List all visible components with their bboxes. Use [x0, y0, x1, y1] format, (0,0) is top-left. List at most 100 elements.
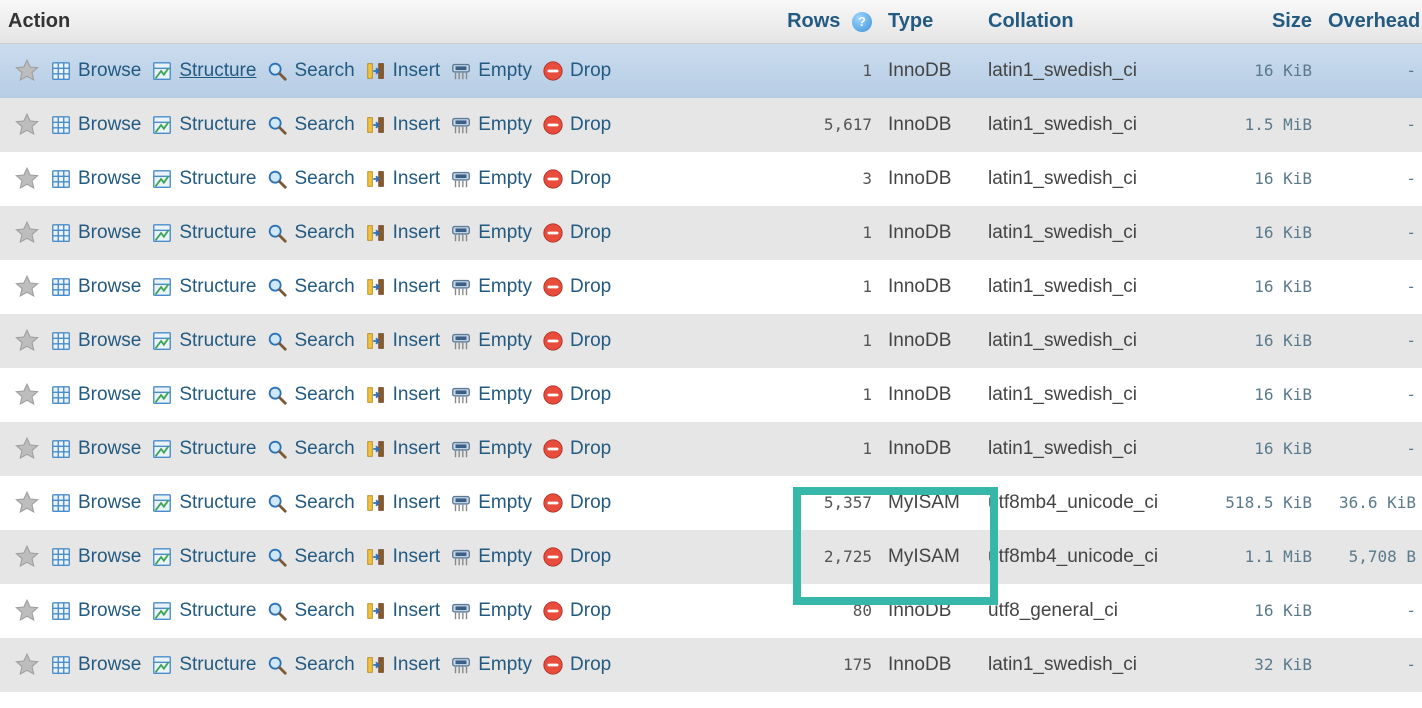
insert-link[interactable]: Insert [365, 384, 441, 406]
empty-link[interactable]: Empty [450, 330, 532, 352]
structure-link[interactable]: Structure [151, 654, 256, 676]
header-rows[interactable]: Rows [770, 0, 880, 44]
drop-link[interactable]: Drop [542, 276, 611, 298]
search-link[interactable]: Search [266, 276, 354, 298]
browse-link[interactable]: Browse [50, 492, 141, 514]
insert-link[interactable]: Insert [365, 492, 441, 514]
header-type[interactable]: Type [880, 0, 980, 44]
empty-link[interactable]: Empty [450, 60, 532, 82]
structure-link[interactable]: Structure [151, 330, 256, 352]
star-icon[interactable] [14, 220, 40, 246]
browse-link[interactable]: Browse [50, 384, 141, 406]
search-link[interactable]: Search [266, 600, 354, 622]
empty-link[interactable]: Empty [450, 654, 532, 676]
empty-link[interactable]: Empty [450, 438, 532, 460]
search-link[interactable]: Search [266, 168, 354, 190]
star-icon[interactable] [14, 490, 40, 516]
structure-link[interactable]: Structure [151, 276, 256, 298]
header-size[interactable]: Size [1200, 0, 1320, 44]
structure-link[interactable]: Structure [151, 438, 256, 460]
search-link[interactable]: Search [266, 438, 354, 460]
drop-link[interactable]: Drop [542, 222, 611, 244]
drop-link[interactable]: Drop [542, 60, 611, 82]
header-action: Action [0, 0, 770, 44]
browse-link[interactable]: Browse [50, 654, 141, 676]
empty-label: Empty [478, 114, 532, 136]
insert-link[interactable]: Insert [365, 438, 441, 460]
drop-label: Drop [570, 330, 611, 352]
header-overhead[interactable]: Overhead [1320, 0, 1422, 44]
browse-link[interactable]: Browse [50, 438, 141, 460]
search-link[interactable]: Search [266, 546, 354, 568]
collation-cell: latin1_swedish_ci [980, 44, 1200, 98]
tables-panel: Action Rows Type Collation Size Overhead… [0, 0, 1422, 692]
header-collation[interactable]: Collation [980, 0, 1200, 44]
browse-link[interactable]: Browse [50, 276, 141, 298]
search-link[interactable]: Search [266, 60, 354, 82]
search-link[interactable]: Search [266, 114, 354, 136]
empty-label: Empty [478, 330, 532, 352]
search-link[interactable]: Search [266, 384, 354, 406]
structure-link[interactable]: Structure [151, 600, 256, 622]
browse-link[interactable]: Browse [50, 60, 141, 82]
browse-link[interactable]: Browse [50, 168, 141, 190]
insert-link[interactable]: Insert [365, 654, 441, 676]
star-icon[interactable] [14, 436, 40, 462]
insert-link[interactable]: Insert [365, 168, 441, 190]
star-icon[interactable] [14, 652, 40, 678]
search-link[interactable]: Search [266, 330, 354, 352]
size-cell: 32 KiB [1200, 638, 1320, 692]
star-icon[interactable] [14, 166, 40, 192]
search-link[interactable]: Search [266, 222, 354, 244]
browse-link[interactable]: Browse [50, 330, 141, 352]
structure-link[interactable]: Structure [151, 60, 256, 82]
drop-link[interactable]: Drop [542, 492, 611, 514]
structure-link[interactable]: Structure [151, 168, 256, 190]
empty-link[interactable]: Empty [450, 600, 532, 622]
insert-link[interactable]: Insert [365, 114, 441, 136]
insert-link[interactable]: Insert [365, 276, 441, 298]
structure-link[interactable]: Structure [151, 222, 256, 244]
drop-link[interactable]: Drop [542, 330, 611, 352]
star-icon[interactable] [14, 58, 40, 84]
drop-link[interactable]: Drop [542, 600, 611, 622]
browse-link[interactable]: Browse [50, 546, 141, 568]
insert-label: Insert [393, 492, 441, 514]
star-icon[interactable] [14, 274, 40, 300]
star-icon[interactable] [14, 544, 40, 570]
star-icon[interactable] [14, 112, 40, 138]
drop-link[interactable]: Drop [542, 654, 611, 676]
insert-link[interactable]: Insert [365, 60, 441, 82]
search-link[interactable]: Search [266, 654, 354, 676]
star-icon[interactable] [14, 598, 40, 624]
insert-link[interactable]: Insert [365, 600, 441, 622]
drop-link[interactable]: Drop [542, 384, 611, 406]
drop-link[interactable]: Drop [542, 438, 611, 460]
empty-link[interactable]: Empty [450, 492, 532, 514]
browse-label: Browse [78, 330, 141, 352]
empty-link[interactable]: Empty [450, 384, 532, 406]
drop-link[interactable]: Drop [542, 168, 611, 190]
search-link[interactable]: Search [266, 492, 354, 514]
empty-link[interactable]: Empty [450, 168, 532, 190]
empty-link[interactable]: Empty [450, 546, 532, 568]
insert-link[interactable]: Insert [365, 222, 441, 244]
browse-link[interactable]: Browse [50, 222, 141, 244]
insert-link[interactable]: Insert [365, 546, 441, 568]
drop-link[interactable]: Drop [542, 546, 611, 568]
rows-cell: 80 [770, 584, 880, 638]
structure-link[interactable]: Structure [151, 384, 256, 406]
browse-link[interactable]: Browse [50, 600, 141, 622]
structure-link[interactable]: Structure [151, 492, 256, 514]
structure-link[interactable]: Structure [151, 114, 256, 136]
star-icon[interactable] [14, 382, 40, 408]
drop-link[interactable]: Drop [542, 114, 611, 136]
browse-link[interactable]: Browse [50, 114, 141, 136]
empty-link[interactable]: Empty [450, 114, 532, 136]
help-icon[interactable] [852, 12, 872, 32]
insert-link[interactable]: Insert [365, 330, 441, 352]
structure-link[interactable]: Structure [151, 546, 256, 568]
empty-link[interactable]: Empty [450, 276, 532, 298]
star-icon[interactable] [14, 328, 40, 354]
empty-link[interactable]: Empty [450, 222, 532, 244]
